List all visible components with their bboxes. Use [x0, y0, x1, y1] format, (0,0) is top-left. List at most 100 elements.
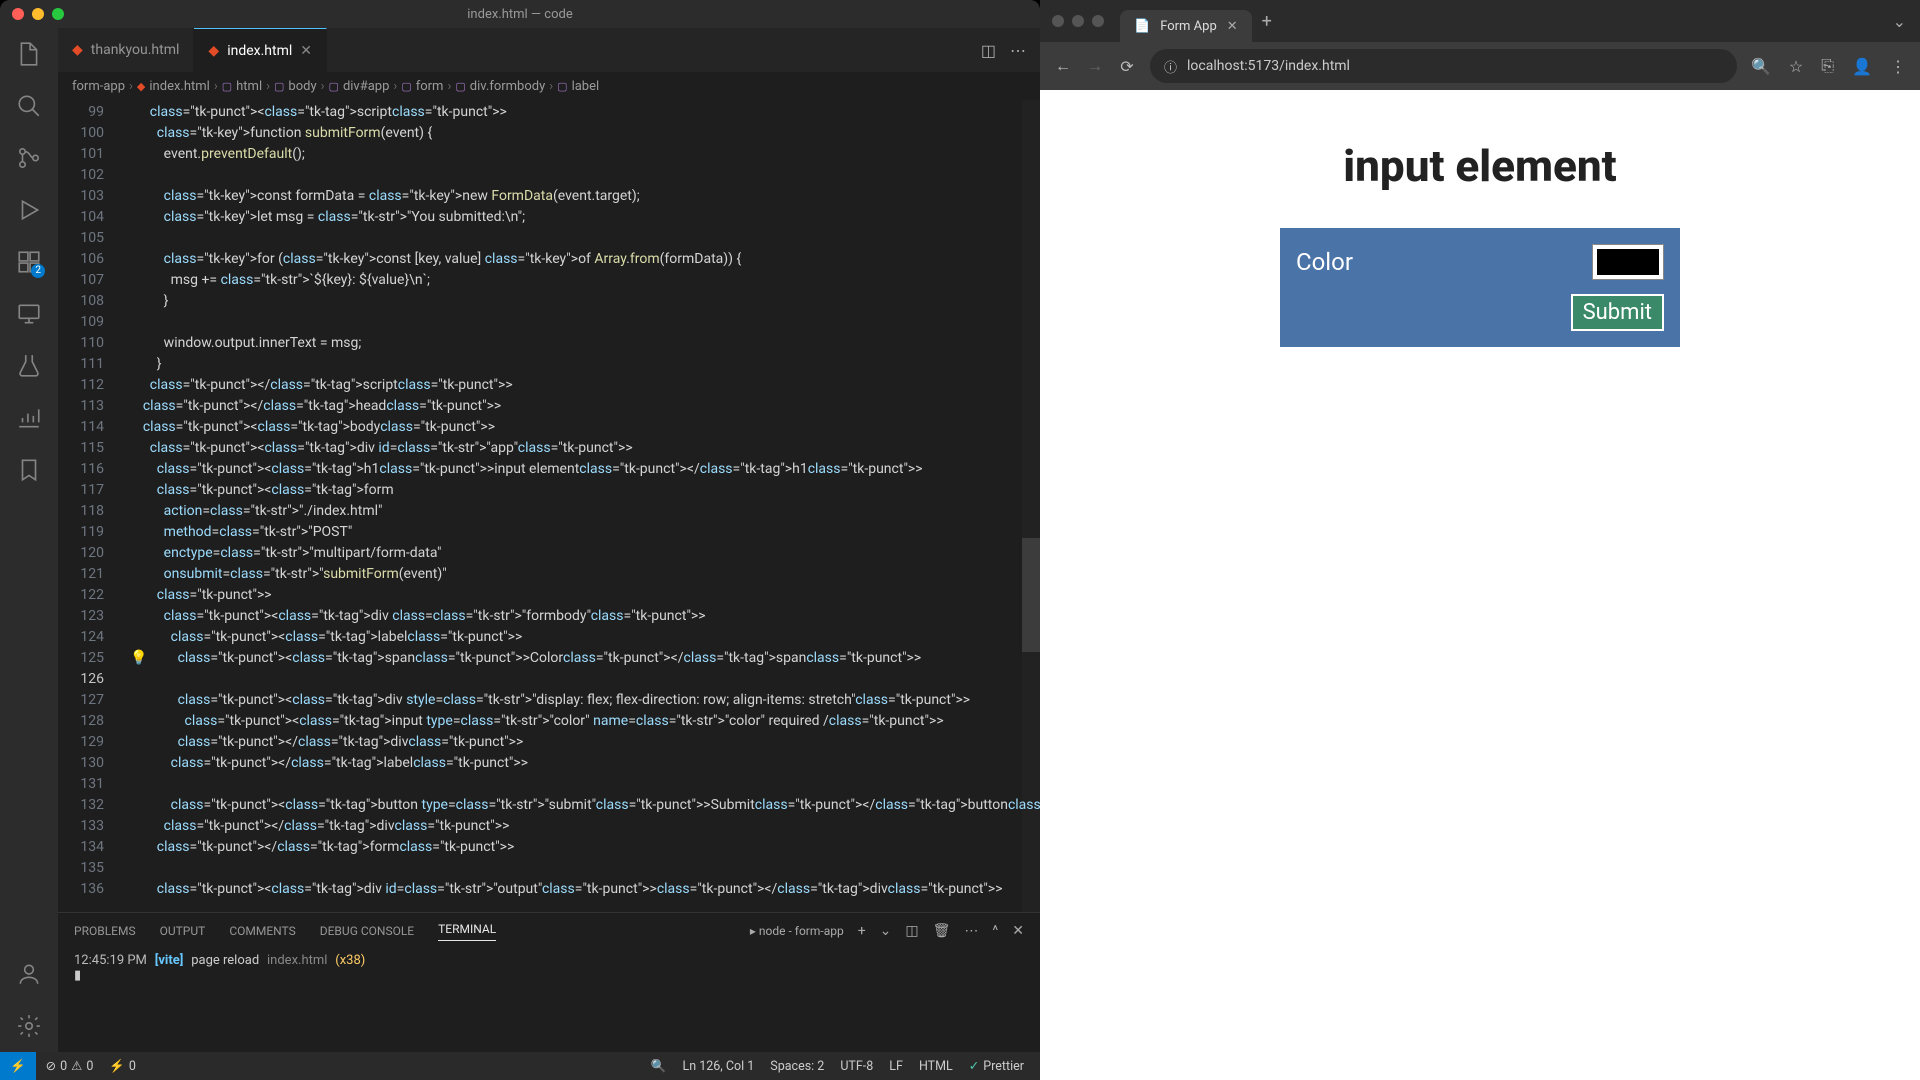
- crumb[interactable]: div#app: [343, 79, 389, 94]
- traffic-zoom-icon[interactable]: [52, 8, 64, 20]
- reload-icon[interactable]: ⟳: [1118, 57, 1136, 76]
- terminal-tag: [vite]: [155, 953, 184, 968]
- zoom-icon[interactable]: 🔍: [1751, 57, 1771, 76]
- profile-icon[interactable]: 👤: [1852, 57, 1872, 76]
- terminal-dropdown-icon[interactable]: ⌄: [880, 923, 892, 939]
- bookmark-icon[interactable]: ☆: [1789, 57, 1803, 76]
- tab-thankyou[interactable]: ◆ thankyou.html: [58, 28, 194, 72]
- close-tab-icon[interactable]: ✕: [1227, 19, 1238, 34]
- browser-viewport: input element Color Submit: [1040, 90, 1920, 1080]
- traffic-close-icon[interactable]: [12, 8, 24, 20]
- code-area[interactable]: class="tk-punct"><class="tk-tag">scriptc…: [122, 100, 1040, 912]
- tab-index[interactable]: ◆ index.html ✕: [194, 28, 327, 72]
- gear-icon[interactable]: [15, 1012, 43, 1040]
- vscode-window: index.html — code 2: [0, 0, 1040, 1080]
- window-title: index.html — code: [467, 7, 572, 22]
- split-terminal-icon[interactable]: ◫: [905, 923, 918, 939]
- page-favicon-icon: 📄: [1134, 19, 1150, 34]
- crumb[interactable]: div.formbody: [470, 79, 545, 94]
- browser-tabstrip: 📄 Form App ✕ + ⌄: [1040, 0, 1920, 42]
- terminal-body[interactable]: 12:45:19 PM [vite] page reload index.htm…: [58, 949, 1040, 1052]
- panel-tab-output[interactable]: OUTPUT: [160, 924, 206, 938]
- lightbulb-icon[interactable]: 💡: [130, 648, 147, 669]
- forward-icon[interactable]: →: [1086, 56, 1104, 76]
- panel-tab-terminal[interactable]: TERMINAL: [438, 922, 496, 941]
- submit-button[interactable]: Submit: [1571, 294, 1664, 331]
- terminal-file: index.html: [267, 953, 327, 968]
- site-info-icon[interactable]: ⓘ: [1164, 57, 1177, 76]
- explorer-icon[interactable]: [15, 40, 43, 68]
- vscode-titlebar: index.html — code: [0, 0, 1040, 28]
- test-icon[interactable]: [15, 352, 43, 380]
- html-file-icon: ◆: [137, 80, 145, 93]
- new-tab-icon[interactable]: +: [1262, 11, 1272, 32]
- status-lang[interactable]: HTML: [919, 1059, 953, 1074]
- back-icon[interactable]: ←: [1054, 56, 1072, 76]
- extensions-icon[interactable]: 2: [15, 248, 43, 276]
- status-spaces[interactable]: Spaces: 2: [770, 1059, 824, 1074]
- traffic-minimize-icon[interactable]: [32, 8, 44, 20]
- form-box: Color Submit: [1280, 228, 1680, 347]
- traffic-zoom-icon[interactable]: [1092, 15, 1104, 27]
- address-bar[interactable]: ⓘ localhost:5173/index.html: [1150, 49, 1737, 83]
- panel-tab-debug[interactable]: DEBUG CONSOLE: [320, 924, 414, 938]
- status-prettier[interactable]: ✓ Prettier: [969, 1058, 1024, 1074]
- page-heading: input element: [1040, 140, 1920, 192]
- minimap[interactable]: [1022, 100, 1040, 912]
- terminal-time: 12:45:19 PM: [74, 953, 147, 968]
- crumb[interactable]: label: [572, 79, 600, 94]
- crumb[interactable]: form-app: [72, 79, 125, 94]
- terminal-task[interactable]: node - form-app: [759, 924, 844, 938]
- close-icon[interactable]: ✕: [300, 43, 312, 59]
- crumb[interactable]: index.html: [149, 79, 209, 94]
- crumb[interactable]: body: [288, 79, 316, 94]
- panel-tab-problems[interactable]: PROBLEMS: [74, 924, 136, 938]
- activity-bar: 2: [0, 28, 58, 1052]
- terminal-count: (x38): [335, 953, 365, 968]
- account-icon[interactable]: [15, 960, 43, 988]
- url-text: localhost:5173/index.html: [1187, 58, 1350, 74]
- status-ports[interactable]: ⚡ 0: [109, 1059, 136, 1074]
- split-editor-icon[interactable]: ◫: [981, 41, 996, 60]
- crumb[interactable]: html: [236, 79, 262, 94]
- status-eol[interactable]: LF: [889, 1059, 903, 1074]
- browser-tab[interactable]: 📄 Form App ✕: [1120, 10, 1252, 42]
- install-app-icon[interactable]: ⎘: [1821, 56, 1834, 76]
- crumb[interactable]: form: [416, 79, 444, 94]
- remote-explorer-icon[interactable]: [15, 300, 43, 328]
- status-bar: ⚡ ⊘ 0 ⚠ 0 ⚡ 0 🔍 Ln 126, Col 1 Spaces: 2 …: [0, 1052, 1040, 1080]
- remote-indicator[interactable]: ⚡: [0, 1052, 36, 1080]
- status-cursor[interactable]: Ln 126, Col 1: [682, 1059, 754, 1074]
- color-input[interactable]: [1592, 244, 1664, 280]
- maximize-panel-icon[interactable]: ^: [992, 923, 998, 939]
- kill-terminal-icon[interactable]: 🗑: [933, 923, 951, 939]
- search-icon[interactable]: [15, 92, 43, 120]
- tab-label: thankyou.html: [91, 42, 180, 58]
- more-icon[interactable]: ⋯: [964, 923, 978, 939]
- color-label: Color: [1296, 248, 1353, 276]
- status-search[interactable]: 🔍: [651, 1059, 667, 1074]
- line-gutter: 9910010110210310410510610710810911011111…: [58, 100, 122, 912]
- html-file-icon: ◆: [72, 42, 83, 58]
- more-icon[interactable]: ⋯: [1010, 41, 1026, 60]
- source-control-icon[interactable]: [15, 144, 43, 172]
- menu-icon[interactable]: ⋮: [1890, 57, 1906, 76]
- run-debug-icon[interactable]: [15, 196, 43, 224]
- bookmark-icon[interactable]: [15, 456, 43, 484]
- traffic-minimize-icon[interactable]: [1072, 15, 1084, 27]
- browser-toolbar: ← → ⟳ ⓘ localhost:5173/index.html 🔍 ☆ ⎘ …: [1040, 42, 1920, 90]
- new-terminal-icon[interactable]: +: [858, 923, 866, 939]
- browser-window: 📄 Form App ✕ + ⌄ ← → ⟳ ⓘ localhost:5173/…: [1040, 0, 1920, 1080]
- panel-tab-comments[interactable]: COMMENTS: [229, 924, 295, 938]
- extensions-badge: 2: [31, 264, 45, 278]
- tabs-dropdown-icon[interactable]: ⌄: [1893, 12, 1906, 31]
- browser-tab-title: Form App: [1160, 19, 1217, 34]
- graph-icon[interactable]: [15, 404, 43, 432]
- traffic-close-icon[interactable]: [1052, 15, 1064, 27]
- terminal-msg: page reload: [191, 953, 259, 968]
- breadcrumbs[interactable]: form-app› ◆index.html› ▢html› ▢body› ▢di…: [58, 72, 1040, 100]
- status-errors[interactable]: ⊘ 0 ⚠ 0: [46, 1058, 94, 1074]
- close-panel-icon[interactable]: ✕: [1012, 923, 1024, 939]
- status-encoding[interactable]: UTF-8: [840, 1059, 873, 1074]
- code-editor[interactable]: 9910010110210310410510610710810911011111…: [58, 100, 1040, 912]
